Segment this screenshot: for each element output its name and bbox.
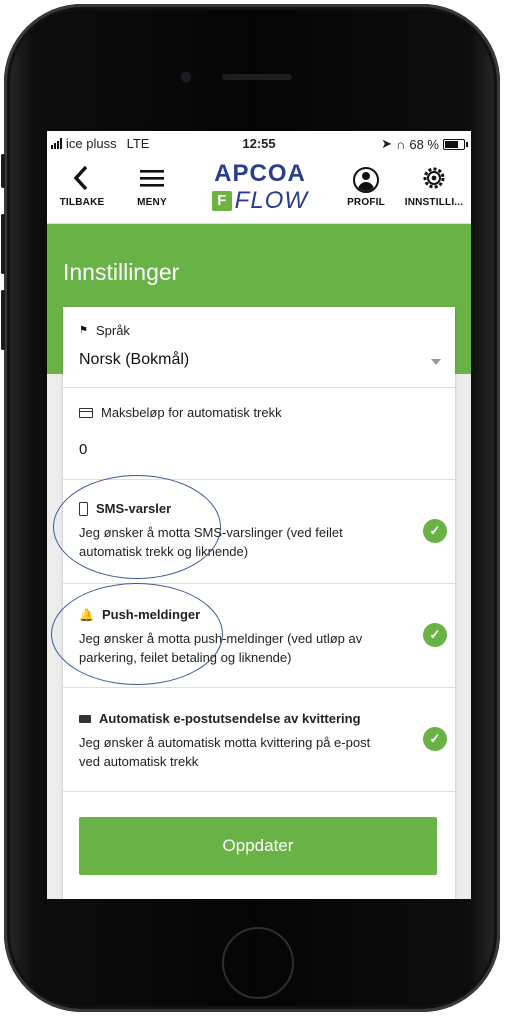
max-amount-label-row: Maksbeløp for automatisk trekk [79,405,282,420]
language-label-row: ⚑ Språk [79,323,130,338]
battery-percent: 68 % [409,136,439,152]
flag-icon: ⚑ [79,325,88,336]
back-button[interactable]: TILBAKE [47,163,117,208]
apcoa-flow-logo: APCOA F FLOW [212,161,308,213]
menu-button[interactable]: MENY [117,163,187,208]
profile-label: PROFIL [347,197,385,208]
credit-card-icon [79,407,93,418]
push-check-icon[interactable]: ✓ [423,623,447,647]
email-receipt-check-icon[interactable]: ✓ [423,727,447,751]
flow-mark-icon: F [212,191,232,211]
language-row[interactable]: ⚑ Språk Norsk (Bokmål) [63,307,455,388]
logo-flow-row: F FLOW [212,189,308,213]
mute-switch [1,154,5,188]
email-receipt-label-row: Automatisk e-postutsendelse av kvitterin… [79,711,361,726]
battery-icon [443,138,468,150]
page-title: Innstillinger [63,259,180,285]
language-label: Språk [95,323,130,338]
max-amount-input[interactable]: 0 [79,441,87,458]
logo-apcoa: APCOA [214,160,306,187]
sms-check-icon[interactable]: ✓ [423,519,447,543]
chevron-left-icon [47,163,117,193]
status-right: ➤ ∩ 68 % [381,136,468,152]
settings-label: INNSTILLI... [404,197,464,208]
home-button[interactable] [222,927,294,999]
back-label: TILBAKE [59,197,105,208]
volume-down-button [1,290,5,350]
status-bar: ice pluss LTE 12:55 ➤ ∩ 68 % [47,131,471,155]
email-receipt-row: Automatisk e-postutsendelse av kvitterin… [63,687,455,792]
annotation-ellipse-push [51,583,223,685]
top-nav: TILBAKE MENY APCOA F FLOW PROFIL INNSTIL… [47,155,471,224]
update-button[interactable]: Oppdater [79,817,437,875]
headphones-icon: ∩ [396,136,406,152]
max-amount-label: Maksbeløp for automatisk trekk [101,405,282,420]
location-icon: ➤ [381,136,393,151]
email-receipt-description: Jeg ønsker å automatisk motta kvittering… [79,735,371,769]
email-receipt-label: Automatisk e-postutsendelse av kvitterin… [99,711,361,726]
logo-flow: FLOW [234,187,308,214]
dropdown-caret-icon [431,359,441,365]
front-camera [181,72,191,82]
max-amount-row: Maksbeløp for automatisk trekk 0 [63,387,455,480]
hamburger-icon [117,163,187,193]
volume-up-button [1,214,5,274]
envelope-icon [79,714,91,723]
menu-label: MENY [137,197,167,208]
earpiece-speaker [222,74,292,80]
annotation-ellipse-sms [53,475,221,579]
gear-icon [397,163,471,193]
language-select[interactable]: Norsk (Bokmål) [79,351,189,369]
user-circle-icon [331,163,401,194]
settings-button[interactable]: INNSTILLI... [397,163,471,208]
profile-button[interactable]: PROFIL [331,163,401,208]
